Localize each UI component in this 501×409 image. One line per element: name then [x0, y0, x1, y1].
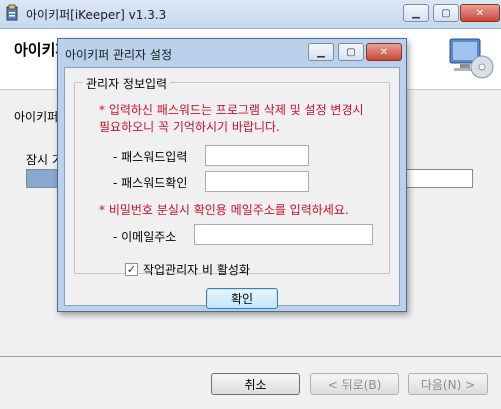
ok-button[interactable]: 확인 — [206, 288, 278, 309]
next-button[interactable]: 다음(N) > — [408, 373, 488, 395]
email-label: - 이메일주소 — [113, 230, 177, 244]
password-confirm-label: - 패스워드확인 — [113, 176, 188, 190]
cancel-button[interactable]: 취소 — [211, 373, 300, 395]
installer-icon — [6, 4, 18, 21]
password-input[interactable] — [205, 145, 309, 166]
minimize-icon[interactable]: ▁ — [403, 4, 429, 22]
maximize-icon[interactable]: ▢ — [338, 43, 364, 61]
task-manager-checkbox-label[interactable]: 작업관리자 비 활성화 — [143, 261, 250, 278]
dialog-body: 관리자 정보입력 * 입력하신 패스워드는 프로그램 삭제 및 설정 변경시 필… — [64, 67, 400, 309]
email-input[interactable] — [194, 224, 373, 245]
minimize-icon[interactable]: ▁ — [308, 43, 334, 61]
password-confirm-input[interactable] — [205, 171, 309, 192]
task-manager-checkbox[interactable]: ✓ — [125, 263, 138, 276]
back-button[interactable]: < 뒤로(B) — [310, 373, 399, 395]
password-warning: * 입력하신 패스워드는 프로그램 삭제 및 설정 변경시 필요하오니 꼭 기억… — [99, 103, 364, 134]
close-icon[interactable]: ✕ — [460, 4, 500, 22]
email-warning: * 비밀번호 분실시 확인용 메일주소를 입력하세요. — [99, 203, 349, 217]
window-titlebar[interactable]: 아이키퍼[iKeeper] v1.3.3 ▁ ▢ ✕ — [0, 0, 501, 29]
maximize-icon[interactable]: ▢ — [433, 4, 459, 22]
checkmark-icon: ✓ — [126, 263, 137, 276]
admin-settings-dialog: 아이키퍼 관리자 설정 ▁ ▢ ✕ 관리자 정보입력 * 입력하신 패스워드는 … — [57, 38, 407, 312]
window-title: 아이키퍼[iKeeper] v1.3.3 — [26, 8, 167, 22]
computer-disc-icon — [449, 38, 494, 79]
footer-separator — [0, 356, 501, 357]
password-label: - 패스워드입력 — [113, 150, 188, 164]
admin-info-group: 관리자 정보입력 * 입력하신 패스워드는 프로그램 삭제 및 설정 변경시 필… — [74, 75, 390, 277]
close-icon[interactable]: ✕ — [366, 43, 402, 61]
dialog-title: 아이키퍼 관리자 설정 — [65, 48, 172, 62]
group-legend: 관리자 정보입력 — [83, 75, 171, 92]
